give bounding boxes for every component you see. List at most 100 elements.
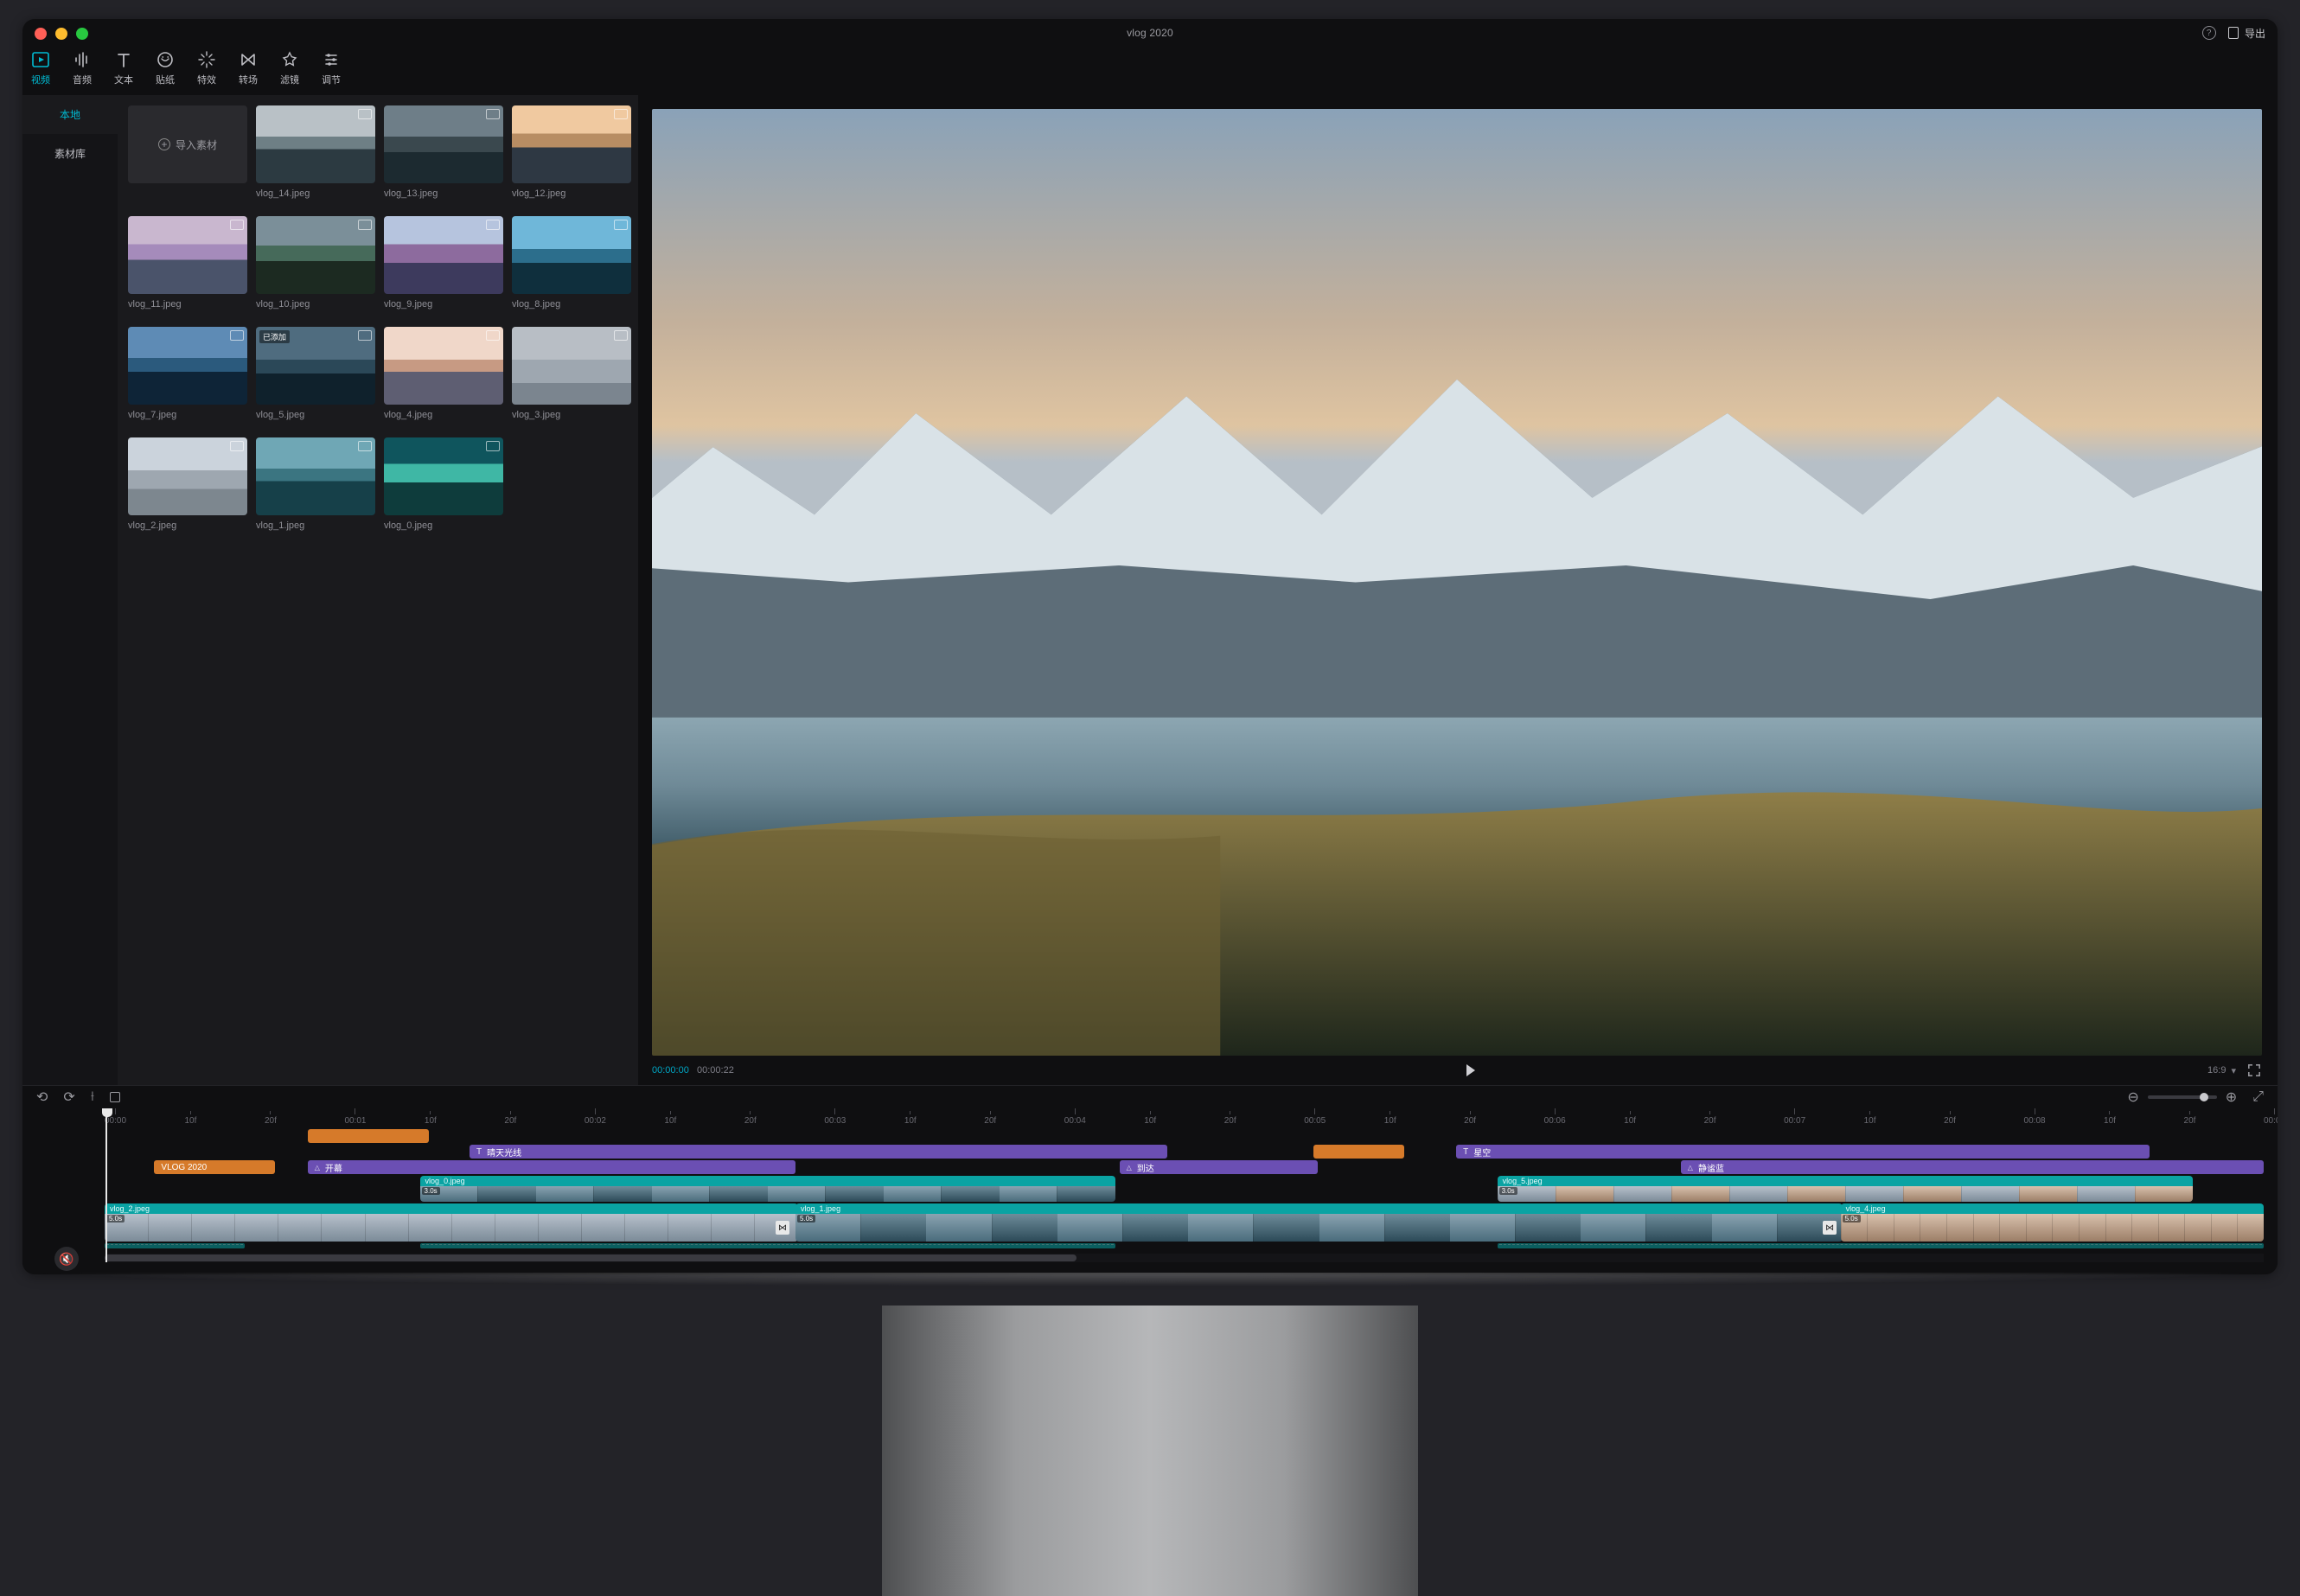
- tab-filter[interactable]: 滤镜: [280, 50, 299, 86]
- tab-adjust[interactable]: 调节: [322, 50, 341, 86]
- ruler-subtick: 10f: [904, 1111, 917, 1126]
- export-button[interactable]: 导出: [2228, 26, 2265, 41]
- media-item[interactable]: vlog_1.jpeg: [256, 437, 375, 531]
- fullscreen-button[interactable]: [2246, 1063, 2262, 1078]
- media-name: vlog_13.jpeg: [384, 188, 503, 199]
- media-name: vlog_4.jpeg: [384, 410, 503, 420]
- transition-handle[interactable]: ⋈: [1823, 1221, 1837, 1235]
- play-button[interactable]: [1466, 1064, 1475, 1076]
- text-track-3[interactable]: VLOG 2020 开幕 到达 静谧蓝: [105, 1160, 2264, 1174]
- tab-effect[interactable]: 特效: [197, 50, 216, 86]
- zoom-in-button[interactable]: ⊕: [2226, 1088, 2237, 1106]
- media-item[interactable]: vlog_7.jpeg: [128, 327, 247, 420]
- tab-label: 转场: [239, 73, 258, 86]
- media-thumb: [384, 105, 503, 183]
- media-item[interactable]: vlog_11.jpeg: [128, 216, 247, 310]
- ruler-sublabel: 20f: [1464, 1116, 1476, 1126]
- image-type-icon: [230, 220, 244, 230]
- timeline-scrollbar[interactable]: [105, 1254, 2264, 1262]
- clip-label: 静谧蓝: [1698, 1161, 1724, 1174]
- aspect-ratio-select[interactable]: 16:9 ▾: [2207, 1065, 2236, 1076]
- video-clip[interactable]: vlog_2.jpeg5.0s: [105, 1203, 798, 1242]
- adjust-icon: [322, 50, 341, 69]
- audio-segment[interactable]: [105, 1243, 245, 1248]
- media-tab-library[interactable]: 素材库: [22, 134, 118, 173]
- clip-label: 开幕: [325, 1161, 342, 1174]
- clip[interactable]: 静谧蓝: [1681, 1160, 2264, 1174]
- clip[interactable]: 晴天光线: [470, 1145, 1167, 1159]
- tab-media[interactable]: 视频: [31, 50, 50, 86]
- clip-frames: [420, 1186, 1115, 1202]
- minimize-window[interactable]: [55, 28, 67, 40]
- media-item[interactable]: vlog_10.jpeg: [256, 216, 375, 310]
- media-tab-local[interactable]: 本地: [22, 95, 118, 134]
- main-video-track[interactable]: vlog_2.jpeg5.0svlog_1.jpeg5.0svlog_4.jpe…: [105, 1203, 2264, 1242]
- tab-audio[interactable]: 音频: [73, 50, 92, 86]
- media-item[interactable]: vlog_13.jpeg: [384, 105, 503, 199]
- ruler-label: 00:06: [1544, 1116, 1566, 1126]
- zoom-out-button[interactable]: ⊖: [2127, 1088, 2138, 1106]
- help-button[interactable]: [2202, 26, 2216, 40]
- media-item[interactable]: vlog_0.jpeg: [384, 437, 503, 531]
- preview-viewport[interactable]: [652, 109, 2262, 1056]
- text-track-1[interactable]: [105, 1129, 2264, 1143]
- split-button[interactable]: ⟊: [91, 1089, 94, 1105]
- ruler-sublabel: 20f: [744, 1116, 757, 1126]
- close-window[interactable]: [35, 28, 47, 40]
- timeline-toolbar: ⟲ ⟳ ⟊ ⊖ ⊕ ⤢: [22, 1086, 2278, 1108]
- timeline-scroll[interactable]: 🔇 00:0010f20f00:0110f20f00:0210f20f00:03…: [22, 1108, 2278, 1274]
- media-thumb: [256, 105, 375, 183]
- fit-timeline-button[interactable]: ⤢: [2252, 1089, 2264, 1105]
- audio-segment[interactable]: [420, 1243, 1115, 1248]
- ruler-sublabel: 10f: [1864, 1116, 1876, 1126]
- ruler-label: 00:09: [2264, 1116, 2278, 1126]
- ruler-sublabel: 20f: [265, 1116, 277, 1126]
- audio-segment[interactable]: [1498, 1243, 2264, 1248]
- clip[interactable]: [308, 1129, 429, 1143]
- crop-button[interactable]: [110, 1092, 120, 1102]
- media-icon: [31, 50, 50, 69]
- clip[interactable]: VLOG 2020: [154, 1160, 275, 1174]
- video-clip[interactable]: vlog_5.jpeg3.0s: [1498, 1176, 2193, 1202]
- pip-track[interactable]: vlog_0.jpeg3.0svlog_5.jpeg3.0s: [105, 1176, 2264, 1202]
- time-ruler[interactable]: 00:0010f20f00:0110f20f00:0210f20f00:0310…: [105, 1108, 2264, 1127]
- zoom-window[interactable]: [76, 28, 88, 40]
- clip[interactable]: 星空: [1456, 1145, 2150, 1159]
- redo-button[interactable]: ⟳: [63, 1088, 74, 1106]
- video-clip[interactable]: vlog_0.jpeg3.0s: [420, 1176, 1115, 1202]
- ruler-subtick: 10f: [1144, 1111, 1156, 1126]
- media-item[interactable]: vlog_8.jpeg: [512, 216, 631, 310]
- clip[interactable]: [1313, 1145, 1404, 1159]
- media-item[interactable]: 已添加vlog_5.jpeg: [256, 327, 375, 420]
- audio-lane[interactable]: [105, 1243, 2264, 1248]
- tab-transition[interactable]: 转场: [239, 50, 258, 86]
- media-item[interactable]: vlog_14.jpeg: [256, 105, 375, 199]
- zoom-slider[interactable]: [2148, 1095, 2217, 1099]
- ruler-sublabel: 20f: [2184, 1116, 2196, 1126]
- media-thumb: [512, 327, 631, 405]
- video-clip[interactable]: vlog_1.jpeg5.0s: [795, 1203, 1843, 1242]
- mute-toggle[interactable]: 🔇: [54, 1247, 79, 1271]
- media-thumb: [384, 327, 503, 405]
- transition-handle[interactable]: ⋈: [776, 1221, 789, 1235]
- tab-text[interactable]: 文本: [114, 50, 133, 86]
- import-media-button[interactable]: +导入素材: [128, 105, 247, 183]
- video-clip[interactable]: vlog_4.jpeg5.0s: [1841, 1203, 2264, 1242]
- tab-sticker[interactable]: 贴纸: [156, 50, 175, 86]
- media-item[interactable]: vlog_12.jpeg: [512, 105, 631, 199]
- playhead[interactable]: [105, 1108, 107, 1262]
- ruler-label: 00:04: [1064, 1116, 1086, 1126]
- undo-button[interactable]: ⟲: [36, 1088, 48, 1106]
- media-item[interactable]: vlog_2.jpeg: [128, 437, 247, 531]
- media-item[interactable]: vlog_4.jpeg: [384, 327, 503, 420]
- clip[interactable]: 到达: [1120, 1160, 1319, 1174]
- import-label: 导入素材: [176, 137, 217, 152]
- chevron-down-icon: ▾: [2231, 1065, 2236, 1076]
- clip-duration: 3.0s: [1499, 1187, 1517, 1195]
- clip[interactable]: 开幕: [308, 1160, 795, 1174]
- media-item[interactable]: vlog_9.jpeg: [384, 216, 503, 310]
- text-track-2[interactable]: 晴天光线 星空: [105, 1145, 2264, 1159]
- media-item[interactable]: vlog_3.jpeg: [512, 327, 631, 420]
- scrollbar-thumb[interactable]: [105, 1254, 1077, 1261]
- clip-name: vlog_0.jpeg: [420, 1176, 1115, 1186]
